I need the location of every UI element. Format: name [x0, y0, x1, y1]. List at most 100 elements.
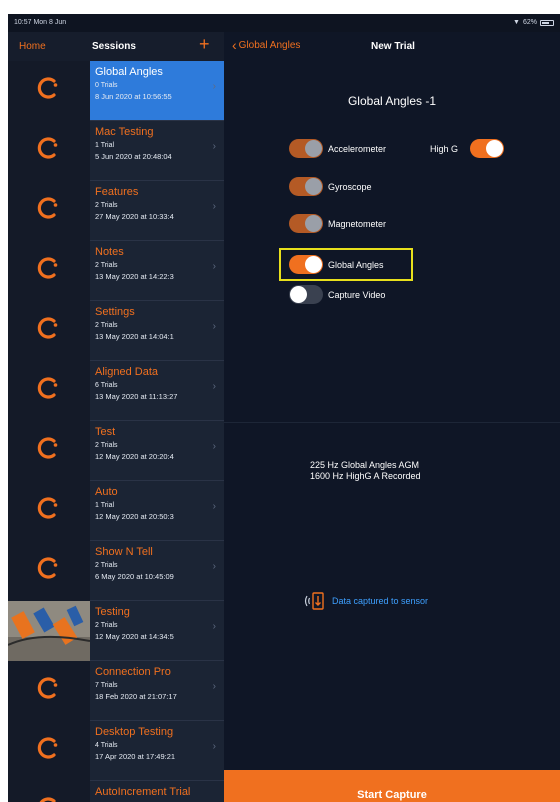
sensor-photo: [8, 601, 91, 661]
session-trial-count: 1 Trial: [95, 142, 115, 149]
accelerometer-toggle[interactable]: [289, 139, 323, 158]
back-label: Global Angles: [238, 39, 301, 51]
chevron-right-icon: ›: [212, 621, 216, 632]
divider: [224, 422, 560, 423]
add-session-button[interactable]: +: [199, 35, 210, 53]
session-row-body: Features 2 Trials 27 May 2020 at 10:33:4 ›: [90, 181, 224, 241]
session-date: 8 Jun 2020 at 10:56:55: [95, 92, 172, 101]
session-name: Aligned Data: [95, 366, 158, 378]
session-thumbnail: [8, 61, 90, 121]
session-name: Auto: [95, 486, 118, 498]
session-row[interactable]: Mac Testing 1 Trial 5 Jun 2020 at 20:48:04…: [8, 121, 224, 181]
page-title: New Trial: [371, 41, 415, 52]
app-logo-icon: [35, 195, 61, 221]
session-date: 12 May 2020 at 20:20:4: [95, 452, 174, 461]
chevron-right-icon: ›: [212, 441, 216, 452]
session-photo-thumbnail: [8, 601, 91, 661]
session-row[interactable]: Auto 1 Trial 12 May 2020 at 20:50:3 ›: [8, 481, 224, 541]
session-row[interactable]: Test 2 Trials 12 May 2020 at 20:20:4 ›: [8, 421, 224, 481]
session-trial-count: 2 Trials: [95, 322, 118, 329]
back-button[interactable]: ‹ Global Angles: [232, 38, 301, 52]
session-name: Testing: [95, 606, 130, 618]
session-row-body: Settings 2 Trials 13 May 2020 at 14:04:1 ›: [90, 301, 224, 361]
recording-summary: 225 Hz Global Angles AGM 1600 Hz HighG A…: [310, 460, 421, 482]
ipad-screen: 10:57 Mon 8 Jun ▼ 62% Home Sessions + Gl…: [8, 14, 560, 802]
session-row[interactable]: Global Angles 0 Trials 8 Jun 2020 at 10:56…: [8, 61, 224, 121]
session-row[interactable]: Settings 2 Trials 13 May 2020 at 14:04:1 ›: [8, 301, 224, 361]
sessions-title: Sessions: [92, 41, 136, 52]
toggle-knob: [305, 178, 322, 195]
session-trial-count: 2 Trials: [95, 202, 118, 209]
wifi-icon: ▼: [513, 19, 520, 26]
session-thumbnail: [8, 781, 90, 802]
session-name: Mac Testing: [95, 126, 154, 138]
session-row[interactable]: Connection Pro 7 Trials 18 Feb 2020 at 21:…: [8, 661, 224, 721]
session-trial-count: 2 Trials: [95, 262, 118, 269]
gyroscope-toggle[interactable]: [289, 177, 323, 196]
session-trial-count: 1 Trial: [95, 502, 115, 509]
chevron-right-icon: ›: [212, 261, 216, 272]
session-date: 5 Jun 2020 at 20:48:04: [95, 152, 172, 161]
session-row[interactable]: Aligned Data 6 Trials 13 May 2020 at 11:13…: [8, 361, 224, 421]
session-row-body: Auto 1 Trial 12 May 2020 at 20:50:3 ›: [90, 481, 224, 541]
session-trial-count: 2 Trials: [95, 622, 118, 629]
session-name: AutoIncrement Trial: [95, 786, 191, 798]
session-row[interactable]: Features 2 Trials 27 May 2020 at 10:33:4 ›: [8, 181, 224, 241]
chevron-right-icon: ›: [212, 681, 216, 692]
battery-icon: [540, 19, 554, 26]
session-row-body: Mac Testing 1 Trial 5 Jun 2020 at 20:48:04…: [90, 121, 224, 181]
summary-line-1: 225 Hz Global Angles AGM: [310, 460, 420, 470]
session-date: 17 Apr 2020 at 17:49:21: [95, 752, 176, 761]
session-trial-count: 2 Trials: [95, 562, 118, 569]
high-g-toggle[interactable]: [470, 139, 504, 158]
session-row[interactable]: Desktop Testing 4 Trials 17 Apr 2020 at 17…: [8, 721, 224, 781]
session-thumbnail: [8, 721, 90, 781]
session-name: Settings: [95, 306, 135, 318]
session-date: 27 May 2020 at 10:33:4: [95, 212, 174, 221]
toggle-knob: [305, 215, 322, 232]
session-row-body: Desktop Testing 4 Trials 17 Apr 2020 at 17…: [90, 721, 224, 781]
status-right: ▼ 62%: [513, 19, 554, 26]
session-date: 12 May 2020 at 14:34:5: [95, 632, 174, 641]
capture-video-toggle[interactable]: [289, 285, 323, 304]
session-date: 6 May 2020 at 10:45:09: [95, 572, 174, 581]
toggle-knob: [290, 286, 307, 303]
sensor-broadcast-icon: [304, 592, 324, 610]
chevron-right-icon: ›: [212, 81, 216, 92]
session-row[interactable]: Notes 2 Trials 13 May 2020 at 14:22:3 ›: [8, 241, 224, 301]
session-date: 13 May 2020 at 14:04:1: [95, 332, 174, 341]
session-row-body: Show N Tell 2 Trials 6 May 2020 at 10:45:0…: [90, 541, 224, 601]
app-logo-icon: [35, 675, 61, 701]
sidebar-header: Home Sessions +: [8, 32, 224, 61]
session-thumbnail: [8, 181, 90, 241]
session-list: Global Angles 0 Trials 8 Jun 2020 at 10:56…: [8, 61, 224, 802]
session-row[interactable]: Show N Tell 2 Trials 6 May 2020 at 10:45:0…: [8, 541, 224, 601]
app-logo-icon: [35, 135, 61, 161]
session-trial-count: 0 Trials: [95, 82, 118, 89]
high-g-label: High G: [430, 144, 459, 154]
app-logo-icon: [35, 315, 61, 341]
session-trial-count: 6 Trials: [95, 382, 118, 389]
session-row-body: Aligned Data 6 Trials 13 May 2020 at 11:13…: [90, 361, 224, 421]
home-button[interactable]: Home: [19, 41, 46, 52]
chevron-right-icon: ›: [212, 141, 216, 152]
session-row-body: Testing 2 Trials 12 May 2020 at 14:34:5 ›: [90, 601, 224, 661]
session-row[interactable]: AutoIncrement Trial: [8, 781, 224, 802]
app-logo-icon: [35, 255, 61, 281]
session-row[interactable]: Testing 2 Trials 12 May 2020 at 14:34:5 ›: [8, 601, 224, 661]
accelerometer-label: Accelerometer: [328, 144, 387, 154]
session-row-body: Notes 2 Trials 13 May 2020 at 14:22:3 ›: [90, 241, 224, 301]
global-angles-toggle[interactable]: [289, 255, 323, 274]
start-capture-button[interactable]: Start Capture: [224, 770, 560, 802]
data-captured-text: Data captured to sensor: [332, 596, 429, 606]
session-trial-count: 7 Trials: [95, 682, 118, 689]
data-captured-indicator: Data captured to sensor: [304, 592, 428, 610]
session-thumbnail: [8, 301, 90, 361]
battery-percent: 62%: [522, 19, 537, 26]
magnetometer-toggle[interactable]: [289, 214, 323, 233]
session-thumbnail: [8, 661, 90, 721]
session-row-body: Connection Pro 7 Trials 18 Feb 2020 at 21:…: [90, 661, 224, 721]
chevron-right-icon: ›: [212, 381, 216, 392]
session-date: 18 Feb 2020 at 21:07:17: [95, 692, 177, 701]
session-row-body: AutoIncrement Trial: [90, 781, 224, 802]
